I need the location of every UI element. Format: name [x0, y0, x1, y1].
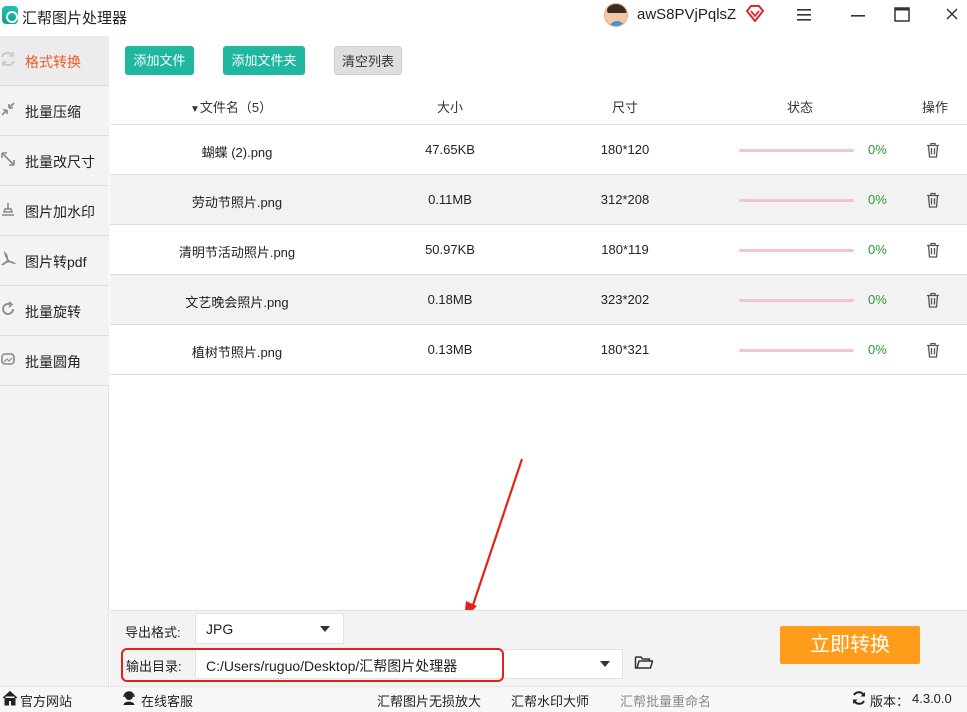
progress-percent: 0%: [868, 142, 887, 157]
sidebar: 格式转换 批量压缩 批量改尺寸 图片加水印 图片转pdf 批量旋转 批量圆角: [0, 36, 109, 686]
file-size: 50.97KB: [425, 242, 475, 257]
file-dimension: 180*119: [601, 242, 649, 257]
progress-bar: [739, 299, 854, 302]
sidebar-item-format-convert[interactable]: 格式转换: [0, 36, 109, 86]
vip-diamond-icon[interactable]: [744, 3, 766, 25]
table-row[interactable]: 植树节照片.png 0.13MB 180*321 0%: [110, 325, 967, 375]
trash-icon[interactable]: [926, 242, 940, 258]
annotation-arrow: [464, 458, 524, 619]
refresh-icon[interactable]: [851, 690, 867, 706]
column-header-dimension: 尺寸: [611, 100, 638, 115]
watermark-master-link[interactable]: 汇帮水印大师: [511, 691, 589, 710]
progress-percent: 0%: [868, 242, 887, 257]
sidebar-item-label: 格式转换: [25, 54, 81, 70]
file-name: 蝴蝶 (2).png: [201, 145, 273, 160]
format-select-value: JPG: [206, 621, 234, 637]
home-icon: [2, 690, 18, 706]
sidebar-item-label: 图片加水印: [25, 204, 95, 220]
add-file-button[interactable]: 添加文件: [125, 46, 194, 75]
trash-icon[interactable]: [926, 192, 940, 208]
trash-icon[interactable]: [926, 142, 940, 158]
maximize-icon[interactable]: [890, 4, 914, 26]
compress-icon: [1, 102, 15, 116]
add-folder-button[interactable]: 添加文件夹: [223, 46, 305, 75]
sidebar-item-watermark[interactable]: 图片加水印: [0, 186, 109, 236]
sidebar-item-compress[interactable]: 批量压缩: [0, 86, 109, 136]
column-header-name[interactable]: ▼文件名（5）: [190, 97, 272, 116]
progress-bar: [739, 349, 854, 352]
table-row[interactable]: 蝴蝶 (2).png 47.65KB 180*120 0%: [110, 125, 967, 175]
table-row[interactable]: 清明节活动照片.png 50.97KB 180*119 0%: [110, 225, 967, 275]
menu-icon[interactable]: [792, 4, 816, 26]
file-size: 47.65KB: [425, 142, 475, 157]
trash-icon[interactable]: [926, 342, 940, 358]
file-name: 植树节照片.png: [191, 345, 283, 360]
user-avatar[interactable]: [604, 3, 628, 27]
file-name: 文艺晚会照片.png: [185, 295, 289, 310]
table-header: ▼文件名（5） 大小 尺寸 状态 操作: [110, 86, 967, 125]
column-header-status: 状态: [786, 100, 813, 115]
column-header-name-label: 文件名（5）: [199, 100, 273, 115]
file-name: 劳动节照片.png: [191, 195, 283, 210]
file-dimension: 180*321: [600, 342, 650, 357]
sidebar-item-rotate[interactable]: 批量旋转: [0, 286, 109, 336]
app-title: 汇帮图片处理器: [22, 10, 128, 27]
sort-down-icon: ▼: [190, 104, 200, 115]
title-bar: 汇帮图片处理器 awS8PVjPqlsZ: [0, 0, 967, 32]
file-dimension: 180*120: [600, 142, 650, 157]
watermark-icon: [2, 203, 14, 216]
clear-list-button[interactable]: 清空列表: [334, 46, 402, 75]
sidebar-item-label: 批量压缩: [25, 104, 81, 120]
sidebar-item-resize[interactable]: 批量改尺寸: [0, 136, 109, 186]
minimize-icon[interactable]: [846, 4, 870, 26]
app-logo-icon: [2, 6, 18, 24]
progress-bar: [739, 199, 854, 202]
online-support-link[interactable]: 在线客服: [141, 691, 193, 710]
batch-rename-link[interactable]: 汇帮批量重命名: [620, 691, 711, 710]
version-number: 4.3.0.0: [912, 691, 952, 706]
round-corner-icon: [1, 353, 15, 365]
chevron-down-icon: [320, 626, 330, 632]
close-icon[interactable]: [940, 4, 964, 26]
customer-service-icon: [123, 691, 135, 705]
pdf-icon: [1, 251, 16, 266]
file-size: 0.18MB: [427, 292, 473, 307]
sidebar-item-label: 批量圆角: [25, 354, 81, 370]
file-size: 0.13MB: [427, 342, 473, 357]
format-select[interactable]: JPG: [195, 613, 344, 644]
username[interactable]: awS8PVjPqlsZ: [637, 6, 736, 23]
column-header-action: 操作: [921, 100, 948, 115]
file-dimension: 323*202: [600, 292, 650, 307]
progress-percent: 0%: [868, 342, 887, 357]
official-website-link[interactable]: 官方网站: [20, 691, 72, 710]
folder-icon[interactable]: [634, 654, 654, 670]
trash-icon[interactable]: [926, 292, 940, 308]
sidebar-item-round-corner[interactable]: 批量圆角: [0, 336, 109, 386]
file-size: 0.11MB: [428, 192, 472, 207]
sidebar-item-label: 批量改尺寸: [25, 154, 95, 170]
version-label: 版本：: [870, 694, 910, 709]
annotation-highlight-box: [121, 648, 504, 682]
progress-bar: [739, 249, 854, 252]
status-bar: 官方网站 在线客服 汇帮图片无损放大 汇帮水印大师 汇帮批量重命名 版本： 4.…: [0, 686, 967, 712]
sidebar-item-label: 图片转pdf: [25, 254, 87, 270]
format-label: 导出格式:: [125, 625, 181, 640]
table-row[interactable]: 劳动节照片.png 0.11MB 312*208 0%: [110, 175, 967, 225]
convert-now-button[interactable]: 立即转换: [780, 626, 920, 664]
file-dimension: 312*208: [600, 192, 650, 207]
file-name: 清明节活动照片.png: [178, 245, 296, 260]
file-table: ▼文件名（5） 大小 尺寸 状态 操作 蝴蝶 (2).png 47.65KB 1…: [110, 86, 967, 375]
format-convert-icon: [1, 51, 15, 67]
column-header-size: 大小: [436, 100, 463, 115]
progress-percent: 0%: [868, 292, 887, 307]
progress-bar: [739, 149, 854, 152]
resize-icon: [1, 152, 15, 166]
lossless-upscale-link[interactable]: 汇帮图片无损放大: [377, 691, 481, 710]
sidebar-item-to-pdf[interactable]: 图片转pdf: [0, 236, 109, 286]
progress-percent: 0%: [868, 192, 887, 207]
chevron-down-icon: [600, 661, 610, 667]
rotate-icon: [2, 301, 14, 315]
table-row[interactable]: 文艺晚会照片.png 0.18MB 323*202 0%: [110, 275, 967, 325]
sidebar-item-label: 批量旋转: [25, 304, 81, 320]
